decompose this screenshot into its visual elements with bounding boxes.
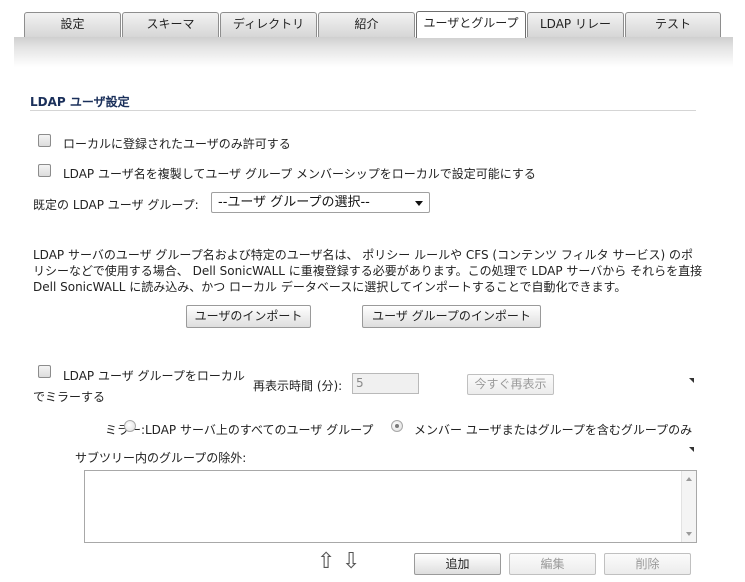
description-line: リシーなどで使用する場合、 Dell SonicWALL に重複登録する必要があ… [33, 264, 703, 278]
import-groups-button[interactable]: ユーザ グループのインポート [362, 305, 541, 328]
tab-schema[interactable]: スキーマ [122, 12, 219, 37]
tab-referrals[interactable]: 紹介 [318, 12, 415, 37]
list-scrollbar[interactable] [681, 471, 696, 542]
excluded-groups-list[interactable] [84, 470, 697, 543]
description-line: LDAP サーバのユーザ グループ名および特定のユーザ名は、 ポリシー ルールや… [33, 248, 693, 262]
section-title: LDAP ユーザ設定 [30, 95, 130, 109]
import-description: LDAP サーバのユーザ グループ名および特定のユーザ名は、 ポリシー ルールや… [33, 247, 703, 295]
default-group-selected-value: --ユーザ グループの選択-- [218, 195, 370, 210]
tab-ldap-relay[interactable]: LDAP リレー [527, 12, 624, 37]
tab-users-groups[interactable]: ユーザとグループ [416, 11, 526, 38]
mirror-groups-label: LDAP ユーザ グループをローカル [63, 369, 245, 383]
tab-content-header [14, 37, 733, 67]
delete-button[interactable]: 削除 [604, 553, 691, 575]
mirror-member-radio[interactable] [391, 420, 403, 432]
move-down-icon[interactable]: ⇩ [342, 550, 360, 574]
move-up-icon[interactable]: ⇧ [317, 550, 335, 574]
mirror-all-label: LDAP サーバ上のすべてのユーザ グループ [145, 423, 374, 437]
allow-local-only-label: ローカルに登録されたユーザのみ許可する [63, 137, 291, 151]
mirror-all-radio[interactable] [124, 420, 136, 432]
edit-button[interactable]: 編集 [509, 553, 596, 575]
replicate-membership-label: LDAP ユーザ名を複製してユーザ グループ メンバーシップをローカルで設定可能… [63, 167, 536, 181]
replicate-membership-checkbox[interactable] [38, 164, 51, 177]
section-divider [30, 110, 696, 111]
corner-indicator-icon [689, 378, 694, 383]
exclude-groups-label: サブツリー内のグループの除外: [75, 451, 247, 465]
mirror-groups-label-cont: でミラーする [33, 390, 106, 404]
tab-directory[interactable]: ディレクトリ [220, 12, 317, 37]
tab-test[interactable]: テスト [625, 12, 721, 37]
refresh-interval-input[interactable]: 5 [352, 373, 419, 394]
scroll-up-icon[interactable] [686, 477, 692, 481]
default-group-label: 既定の LDAP ユーザ グループ: [33, 198, 199, 212]
description-line: Dell SonicWALL に読み込み、かつ ローカル データベースに選択して… [33, 280, 627, 294]
chevron-down-icon [415, 201, 423, 206]
scroll-down-icon[interactable] [686, 532, 692, 536]
refresh-now-button[interactable]: 今すぐ再表示 [467, 374, 554, 395]
import-users-button[interactable]: ユーザのインポート [186, 305, 311, 328]
refresh-interval-label: 再表示時間 (分): [253, 379, 343, 393]
mirror-member-label: メンバー ユーザまたはグループを含むグループのみ [414, 423, 693, 437]
tab-bar: 設定 スキーマ ディレクトリ 紹介 ユーザとグループ LDAP リレー テスト [0, 0, 745, 38]
add-button[interactable]: 追加 [414, 553, 501, 575]
default-group-select[interactable]: --ユーザ グループの選択-- [211, 192, 430, 213]
mirror-groups-checkbox[interactable] [38, 365, 51, 378]
tab-settings[interactable]: 設定 [24, 12, 121, 37]
allow-local-only-checkbox[interactable] [38, 134, 51, 147]
corner-indicator-icon [689, 447, 694, 452]
